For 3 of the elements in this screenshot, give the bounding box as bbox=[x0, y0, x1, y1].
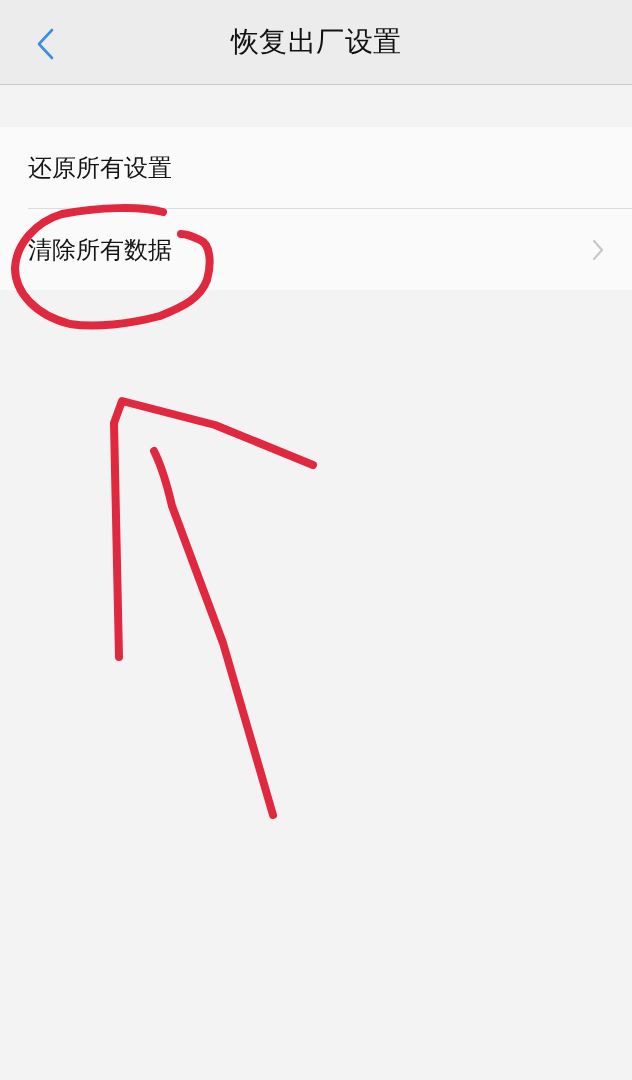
chevron-icon bbox=[592, 238, 604, 261]
page-title: 恢复出厂设置 bbox=[230, 25, 402, 59]
back-chevron-icon bbox=[36, 28, 54, 60]
